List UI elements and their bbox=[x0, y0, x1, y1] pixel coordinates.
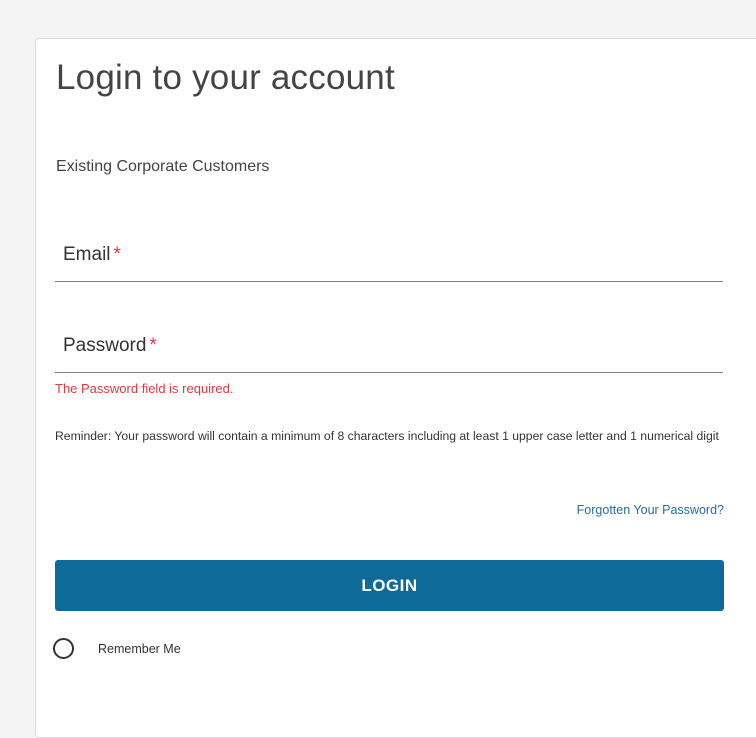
password-error-message: The Password field is required. bbox=[55, 381, 234, 396]
password-reminder: Reminder: Your password will contain a m… bbox=[55, 429, 719, 443]
password-field[interactable]: Password * bbox=[55, 332, 723, 373]
remember-me-toggle[interactable]: Remember Me bbox=[53, 638, 181, 659]
password-label: Password * bbox=[63, 335, 157, 357]
remember-me-radio[interactable] bbox=[53, 638, 74, 659]
forgot-password-link[interactable]: Forgotten Your Password? bbox=[577, 503, 724, 517]
subtitle: Existing Corporate Customers bbox=[56, 158, 270, 175]
page-title: Login to your account bbox=[56, 58, 395, 97]
email-label-text: Email bbox=[63, 244, 111, 265]
password-required-marker: * bbox=[149, 335, 157, 356]
password-label-text: Password bbox=[63, 335, 147, 356]
login-button[interactable]: LOGIN bbox=[55, 560, 724, 611]
email-required-marker: * bbox=[113, 244, 121, 265]
email-label: Email * bbox=[63, 244, 121, 266]
remember-me-label: Remember Me bbox=[98, 641, 181, 656]
email-field[interactable]: Email * bbox=[55, 241, 723, 282]
